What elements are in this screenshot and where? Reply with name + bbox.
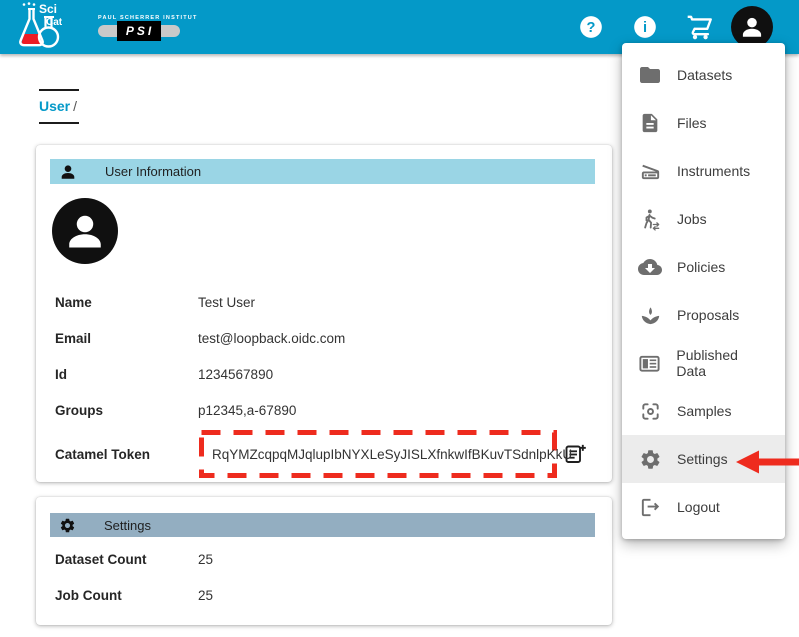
spa-icon [638,303,662,327]
svg-text:?: ? [587,20,596,36]
field-row-dataset-count: Dataset Count 25 [36,541,612,577]
breadcrumb: User/ [39,89,79,124]
annotation-arrow-icon [735,448,799,476]
field-row-catamel-token: Catamel Token RqYMZcqpqMJqlupIbNYXLeSyJI… [36,428,612,480]
menu-item-label: Published Data [676,347,769,379]
svg-text:i: i [643,20,647,36]
help-button[interactable]: ? [571,7,611,47]
account-button[interactable] [731,6,773,48]
menu-item-datasets[interactable]: Datasets [622,51,785,99]
reader-icon [638,351,661,375]
breadcrumb-separator: / [73,98,77,114]
help-icon: ? [578,14,604,40]
menu-item-policies[interactable]: Policies [622,243,785,291]
user-avatar [52,198,118,264]
gear-icon [59,517,76,534]
menu-item-label: Samples [677,403,731,419]
menu-item-label: Settings [677,451,728,467]
scanner-icon [638,159,662,183]
field-row-groups: Groups p12345,a-67890 [36,392,612,428]
token-highlight-box: RqYMZcqpqMJqlupIbNYXLeSyJISLXfnkwIfBKuvT… [198,429,558,479]
menu-item-files[interactable]: Files [622,99,785,147]
field-row-id: Id 1234567890 [36,356,612,392]
psi-bar-icon: PSI [98,25,180,37]
user-information-header: User Information [50,159,595,184]
gear-icon [638,447,662,471]
account-avatar-icon [739,14,765,40]
logout-icon [638,495,662,519]
menu-item-samples[interactable]: Samples [622,387,785,435]
settings-card: Settings Dataset Count 25 Job Count 25 [36,497,612,625]
svg-text:Cat: Cat [46,17,63,28]
breadcrumb-user-link[interactable]: User [39,98,70,114]
field-row-email: Email test@loopback.oidc.com [36,320,612,356]
catamel-token-value: RqYMZcqpqMJqlupIbNYXLeSyJISLXfnkwIfBKuvT… [212,447,572,462]
menu-item-logout[interactable]: Logout [622,483,785,531]
file-icon [638,111,662,135]
user-avatar-icon [63,209,107,253]
cart-button[interactable] [679,7,719,47]
menu-item-label: Policies [677,259,725,275]
user-fields: Name Test User Email test@loopback.oidc.… [36,284,612,480]
center-focus-icon [638,399,662,423]
menu-item-label: Logout [677,499,720,515]
menu-item-published-data[interactable]: Published Data [622,339,785,387]
menu-item-jobs[interactable]: Jobs [622,195,785,243]
card-title: Settings [104,518,151,533]
menu-item-label: Proposals [677,307,739,323]
person-icon [59,163,77,181]
scicat-logo[interactable]: Sci Cat [12,1,70,56]
scicat-flask-icon: Sci Cat [12,1,70,51]
info-icon: i [632,14,658,40]
folder-icon [638,63,662,87]
info-button[interactable]: i [625,7,665,47]
menu-item-instruments[interactable]: Instruments [622,147,785,195]
cart-icon [686,14,713,41]
person-walk-icon [638,207,662,231]
user-information-card: User Information Name Test User Email te… [36,145,612,482]
menu-item-label: Files [677,115,707,131]
menu-item-label: Instruments [677,163,750,179]
card-title: User Information [105,164,201,179]
menu-item-label: Datasets [677,67,732,83]
menu-item-label: Jobs [677,211,707,227]
settings-fields: Dataset Count 25 Job Count 25 [36,541,612,613]
svg-text:Sci: Sci [39,2,57,16]
cloud-download-icon [638,255,662,279]
menu-item-proposals[interactable]: Proposals [622,291,785,339]
psi-logo[interactable]: PAUL SCHERRER INSTITUT PSI [98,15,198,37]
settings-card-header: Settings [50,513,595,537]
field-row-name: Name Test User [36,284,612,320]
field-row-job-count: Job Count 25 [36,577,612,613]
